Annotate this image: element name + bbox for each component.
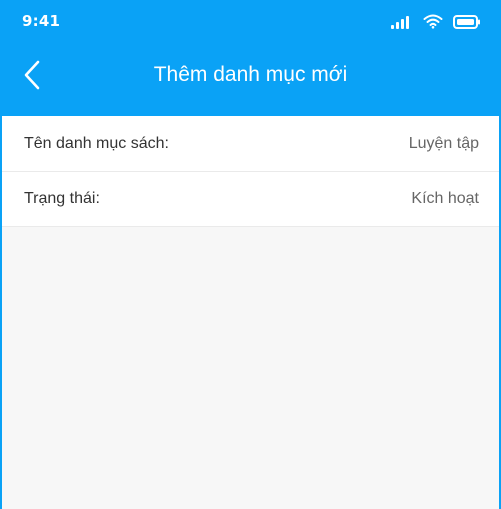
status-row[interactable]: Trạng thái: Kích hoạt — [2, 172, 499, 227]
form-list: Tên danh mục sách: Luyện tập Trạng thái:… — [2, 116, 499, 227]
status-time: 9:41 — [22, 12, 61, 30]
signal-icon — [391, 15, 413, 29]
battery-icon — [453, 15, 480, 29]
category-name-row[interactable]: Tên danh mục sách: Luyện tập — [2, 116, 499, 172]
status-label: Trạng thái: — [24, 190, 100, 207]
app-header: 9:41 Thêm danh mục mới — [2, 0, 499, 116]
category-name-value[interactable]: Luyện tập — [409, 135, 479, 153]
app-screen: 9:41 Thêm danh mục mới Tên danh mục sách… — [0, 0, 501, 509]
page-title: Thêm danh mục mới — [153, 63, 348, 86]
category-name-label: Tên danh mục sách: — [24, 134, 169, 152]
status-value[interactable]: Kích hoạt — [411, 190, 479, 208]
status-icons — [391, 13, 481, 29]
wifi-icon — [423, 14, 443, 29]
